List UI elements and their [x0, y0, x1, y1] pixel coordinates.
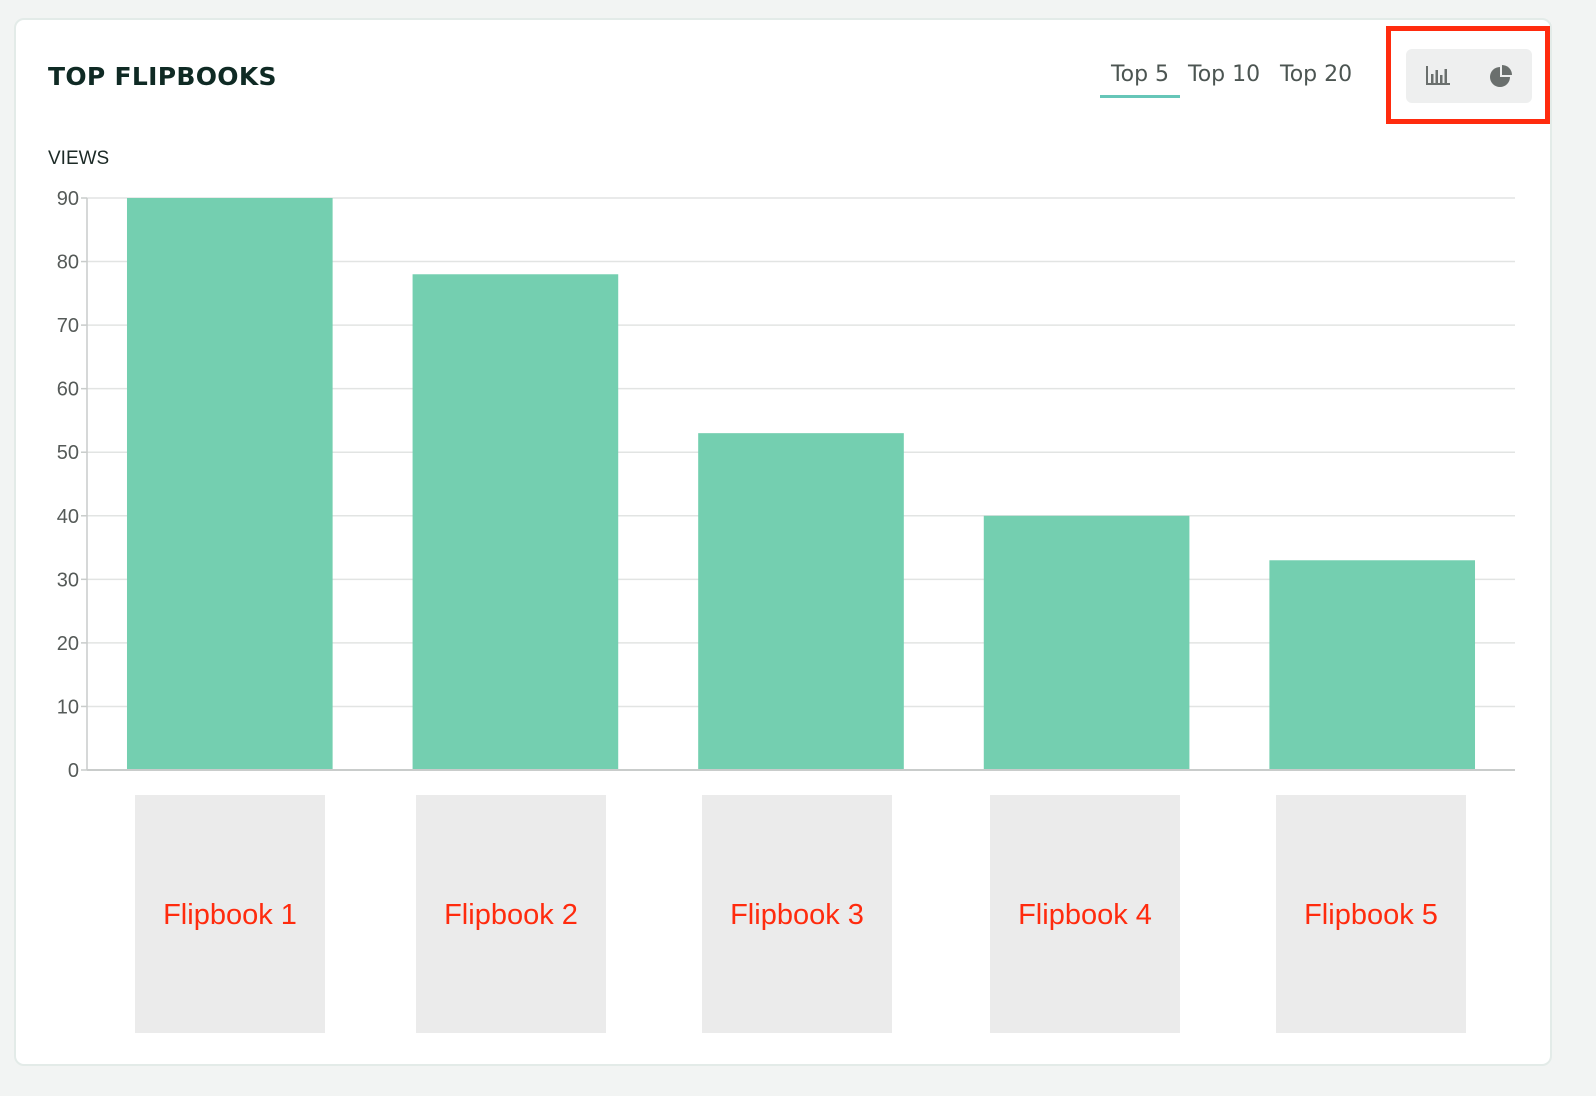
- y-tick-label: 50: [57, 442, 79, 464]
- y-tick-label: 0: [68, 760, 79, 782]
- y-tick-label: 70: [57, 315, 79, 337]
- flipbook-thumbnail[interactable]: Flipbook 1: [135, 795, 325, 1033]
- thumbnail-label: Flipbook 5: [1304, 899, 1438, 931]
- bar-3[interactable]: [698, 433, 904, 770]
- y-tick-label: 60: [57, 379, 79, 401]
- y-tick-label: 30: [57, 569, 79, 591]
- bar-4[interactable]: [983, 515, 1190, 770]
- bar-2[interactable]: [412, 274, 619, 770]
- y-tick-label: 20: [57, 633, 79, 655]
- y-tick-label: 90: [57, 188, 79, 210]
- thumbnail-label: Flipbook 3: [730, 899, 864, 931]
- flipbook-thumbnail[interactable]: Flipbook 4: [990, 795, 1180, 1033]
- thumbnail-label: Flipbook 2: [444, 899, 578, 931]
- y-axis-label: VIEWS: [48, 148, 109, 169]
- flipbook-thumbnail[interactable]: Flipbook 5: [1276, 795, 1466, 1033]
- thumbnail-label: Flipbook 1: [163, 899, 297, 931]
- bar-chart: 0 10 20 30 40 50 60 70 80 90 VIEWS: [48, 148, 1515, 782]
- bar-5[interactable]: [1269, 560, 1476, 770]
- y-tick-label: 40: [57, 506, 79, 528]
- thumbnail-label: Flipbook 4: [1018, 899, 1152, 931]
- flipbook-thumbnail[interactable]: Flipbook 3: [702, 795, 892, 1033]
- y-tick-label: 10: [57, 696, 79, 718]
- bar-1[interactable]: [126, 198, 333, 770]
- flipbook-thumbnail[interactable]: Flipbook 2: [416, 795, 606, 1033]
- y-tick-label: 80: [57, 252, 79, 274]
